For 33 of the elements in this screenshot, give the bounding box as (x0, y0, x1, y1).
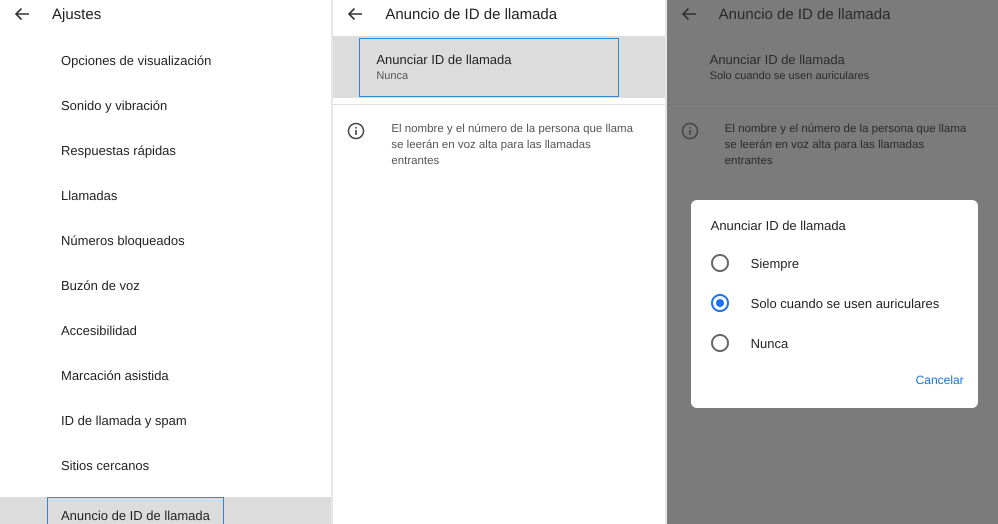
info-text: El nombre y el número de la persona que llama se leerán en voz alta para las llamadas entrantes (724, 122, 968, 169)
radio-button[interactable] (710, 334, 729, 352)
option-label: Nunca (750, 336, 788, 350)
settings-item[interactable]: Opciones de visualización (47, 52, 226, 69)
info-text: El nombre y el número de la persona que llama se leerán en voz alta para las llamadas entrantes (391, 122, 634, 169)
back-arrow-icon[interactable] (14, 7, 30, 21)
setting-value: Nunca (376, 70, 410, 82)
back-arrow-icon[interactable] (347, 7, 364, 21)
setting-title: Anunciar ID de llamada (710, 52, 846, 67)
option-label: Siempre (750, 256, 800, 270)
settings-item[interactable]: Sonido y vibración (47, 97, 182, 114)
dialog-title: Anunciar ID de llamada (710, 218, 847, 233)
settings-item[interactable]: Llamadas (47, 187, 132, 204)
settings-item[interactable]: ID de llamada y spam (47, 412, 201, 429)
cancel-button[interactable]: Cancelar (916, 369, 964, 391)
settings-item[interactable]: Respuestas rápidas (47, 142, 190, 159)
option-label: Solo cuando se usen auriculares (750, 296, 940, 310)
settings-item[interactable]: Sitios cercanos (47, 457, 164, 474)
setting-title: Anunciar ID de llamada (376, 52, 512, 67)
settings-item[interactable]: Anuncio de ID de llamada (47, 497, 224, 524)
radio-button[interactable] (710, 254, 729, 272)
screen-title: Anuncio de ID de llamada (385, 6, 558, 22)
setting-item[interactable]: Anunciar ID de llamada Nunca (359, 38, 620, 96)
setting-value: Solo cuando se usen auriculares (710, 70, 870, 82)
settings-item[interactable]: Marcación asistida (47, 367, 183, 384)
settings-item[interactable]: Accesibilidad (47, 322, 151, 339)
settings-item[interactable]: Buzón de voz (47, 277, 154, 294)
radio-button[interactable] (710, 294, 729, 312)
info-icon (680, 122, 699, 140)
info-icon (347, 122, 366, 140)
settings-item[interactable]: Números bloqueados (47, 232, 199, 249)
screen-title: Anuncio de ID de llamada (718, 6, 890, 22)
screen-title: Ajustes (52, 6, 102, 22)
